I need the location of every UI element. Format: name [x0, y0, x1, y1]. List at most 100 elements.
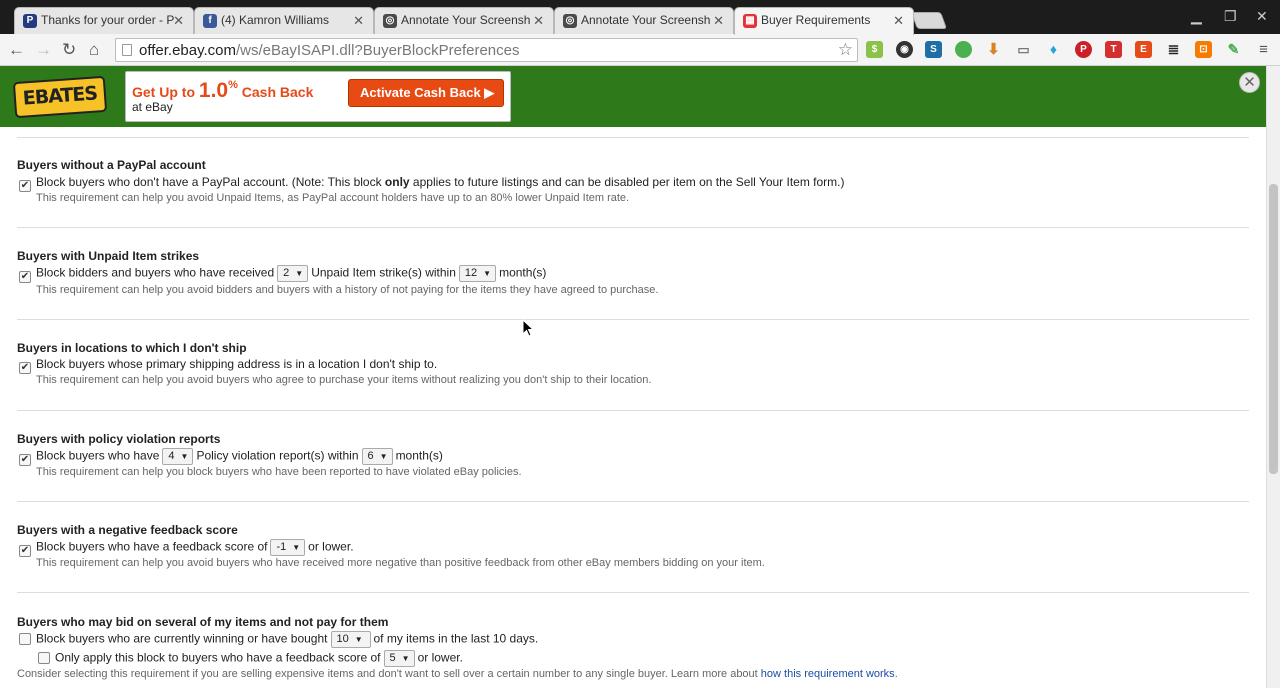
- feedback-score-select[interactable]: -1 ▼: [270, 539, 306, 556]
- row-text-bold: only: [384, 175, 410, 189]
- buyer-requirements-content: Buyers without a PayPal account ✔ Block b…: [0, 127, 1266, 688]
- row-text: or lower.: [417, 650, 463, 665]
- tab-annotate-2[interactable]: ◎ Annotate Your Screensh ✕: [554, 7, 734, 35]
- several-block-checkbox[interactable]: [19, 632, 31, 645]
- close-banner-icon[interactable]: ✕: [1239, 72, 1260, 93]
- feedback-block-checkbox[interactable]: ✔: [19, 544, 31, 557]
- extension-icon[interactable]: ◉: [896, 41, 913, 58]
- browser-toolbar: ← → ↻ ⌂ offer.ebay.com/ws/eBayISAPI.dll?…: [0, 34, 1280, 66]
- divider: [17, 137, 1249, 138]
- paypal-block-row: ✔ Block buyers who don't have a PayPal ac…: [19, 175, 845, 192]
- location-block-checkbox[interactable]: ✔: [19, 362, 31, 374]
- download-icon[interactable]: ⬇: [985, 41, 1002, 58]
- report-months-select[interactable]: 6 ▼: [361, 448, 393, 465]
- learn-more-link[interactable]: how this requirement works: [761, 668, 895, 680]
- minimize-icon[interactable]: ▁: [1191, 8, 1202, 25]
- location-block-row: ✔ Block buyers whose primary shipping add…: [19, 357, 437, 374]
- row-text: applies to future listings and can be di…: [409, 175, 845, 189]
- address-bar[interactable]: offer.ebay.com/ws/eBayISAPI.dll?BuyerBlo…: [115, 38, 858, 62]
- tab-title: Buyer Requirements: [761, 13, 871, 27]
- cashback-offer: Get Up to 1.0% Cash Back at eBay Activat…: [125, 71, 511, 122]
- tab-title: Annotate Your Screensh: [581, 13, 711, 27]
- extension-icon[interactable]: T: [1105, 41, 1122, 58]
- feedback-limit-checkbox[interactable]: [38, 651, 50, 664]
- offer-suffix: Cash Back: [237, 84, 314, 100]
- url-host: offer.ebay.com: [139, 42, 237, 59]
- bookmark-star-icon[interactable]: ☆: [838, 40, 853, 60]
- row-text: Block buyers who have a feedback score o…: [36, 539, 268, 554]
- row-text: or lower.: [308, 539, 354, 554]
- cast-icon[interactable]: ▭: [1015, 41, 1032, 58]
- select-value: 10: [336, 633, 349, 645]
- chrome-page-icon: ◎: [383, 14, 397, 28]
- several-sub-row: Only apply this block to buyers who have…: [38, 650, 463, 667]
- extension-icon[interactable]: $: [866, 41, 883, 58]
- extension-icon[interactable]: ♦: [1045, 41, 1062, 58]
- forward-icon[interactable]: →: [35, 41, 52, 58]
- dropdown-arrow-icon: ▼: [292, 543, 301, 552]
- tab-facebook[interactable]: f (4) Kamron Williams ✕: [194, 7, 374, 35]
- paypal-block-checkbox[interactable]: ✔: [19, 180, 31, 192]
- reports-select[interactable]: 4 ▼: [162, 448, 194, 465]
- extension-icon[interactable]: E: [1135, 41, 1152, 58]
- dropdown-arrow-icon: ▼: [295, 269, 304, 278]
- url-text: offer.ebay.com/ws/eBayISAPI.dll?BuyerBlo…: [139, 42, 519, 59]
- item-count-select[interactable]: 10 ▼: [330, 631, 371, 648]
- scrollbar-thumb[interactable]: [1269, 184, 1278, 474]
- select-value: 12: [464, 267, 478, 279]
- ebay-icon: ▦: [743, 14, 757, 28]
- url-path: /ws/eBayISAPI.dll?BuyerBlockPreferences: [236, 42, 520, 59]
- new-tab-button[interactable]: [910, 12, 948, 29]
- tab-title: (4) Kamron Williams: [221, 13, 330, 27]
- row-text: Only apply this block to buyers who have…: [55, 650, 381, 665]
- extension-icon[interactable]: S: [925, 41, 942, 58]
- divider: [17, 410, 1249, 411]
- tab-paypal[interactable]: P Thanks for your order - P ✕: [14, 7, 194, 35]
- unpaid-block-row: ✔ Block bidders and buyers who have recei…: [19, 265, 546, 283]
- paypal-icon: P: [23, 14, 37, 28]
- mouse-cursor-icon: [522, 319, 534, 337]
- tab-title: Annotate Your Screensh: [401, 13, 531, 27]
- page-scrollbar[interactable]: [1266, 66, 1280, 688]
- close-tab-icon[interactable]: ✕: [353, 13, 364, 29]
- section-title: Buyers without a PayPal account: [17, 158, 206, 172]
- close-tab-icon[interactable]: ✕: [173, 13, 184, 29]
- close-tab-icon[interactable]: ✕: [713, 13, 724, 29]
- divider: [17, 227, 1249, 228]
- ebates-banner: EBATES Get Up to 1.0% Cash Back at eBay …: [0, 66, 1266, 127]
- extension-icon[interactable]: ⊡: [1195, 41, 1212, 58]
- sub-feedback-score-select[interactable]: 5 ▼: [383, 650, 415, 667]
- back-icon[interactable]: ←: [8, 41, 25, 58]
- unpaid-block-checkbox[interactable]: ✔: [19, 270, 31, 283]
- tab-title: Thanks for your order - P: [41, 13, 175, 27]
- tab-buyer-requirements[interactable]: ▦ Buyer Requirements ✕: [734, 7, 914, 35]
- feedback-block-row: ✔ Block buyers who have a feedback score …: [19, 539, 354, 557]
- strikes-select[interactable]: 2 ▼: [277, 265, 309, 282]
- row-text: Block buyers who have: [36, 448, 160, 463]
- row-text: Policy violation report(s) within: [196, 448, 359, 463]
- several-block-row: Block buyers who are currently winning o…: [19, 631, 538, 648]
- policy-block-checkbox[interactable]: ✔: [19, 453, 31, 466]
- tab-annotate-1[interactable]: ◎ Annotate Your Screensh ✕: [374, 7, 554, 35]
- extension-icon[interactable]: [955, 41, 972, 58]
- section-title: Buyers with policy violation reports: [17, 432, 221, 446]
- section-note: Consider selecting this requirement if y…: [17, 668, 898, 680]
- wrench-icon[interactable]: ✎: [1225, 41, 1242, 58]
- strike-months-select[interactable]: 12 ▼: [458, 265, 497, 282]
- close-window-icon[interactable]: ✕: [1256, 8, 1268, 25]
- row-text: Block bidders and buyers who have receiv…: [36, 265, 275, 280]
- section-title: Buyers with Unpaid Item strikes: [17, 249, 200, 263]
- menu-icon[interactable]: ≡: [1255, 41, 1272, 58]
- close-tab-icon[interactable]: ✕: [893, 13, 904, 29]
- section-note: This requirement can help you avoid buye…: [36, 374, 652, 386]
- activate-cash-back-button[interactable]: Activate Cash Back ▶: [348, 79, 504, 107]
- close-tab-icon[interactable]: ✕: [533, 13, 544, 29]
- restore-icon[interactable]: ❐: [1224, 8, 1237, 25]
- select-value: 2: [283, 267, 290, 279]
- tab-strip: P Thanks for your order - P ✕ f (4) Kamr…: [0, 0, 1280, 35]
- pinterest-icon[interactable]: P: [1075, 41, 1092, 58]
- layers-icon[interactable]: ≣: [1165, 41, 1182, 58]
- home-icon[interactable]: ⌂: [89, 41, 99, 58]
- reload-icon[interactable]: ↻: [62, 41, 76, 58]
- row-text: month(s): [499, 265, 547, 280]
